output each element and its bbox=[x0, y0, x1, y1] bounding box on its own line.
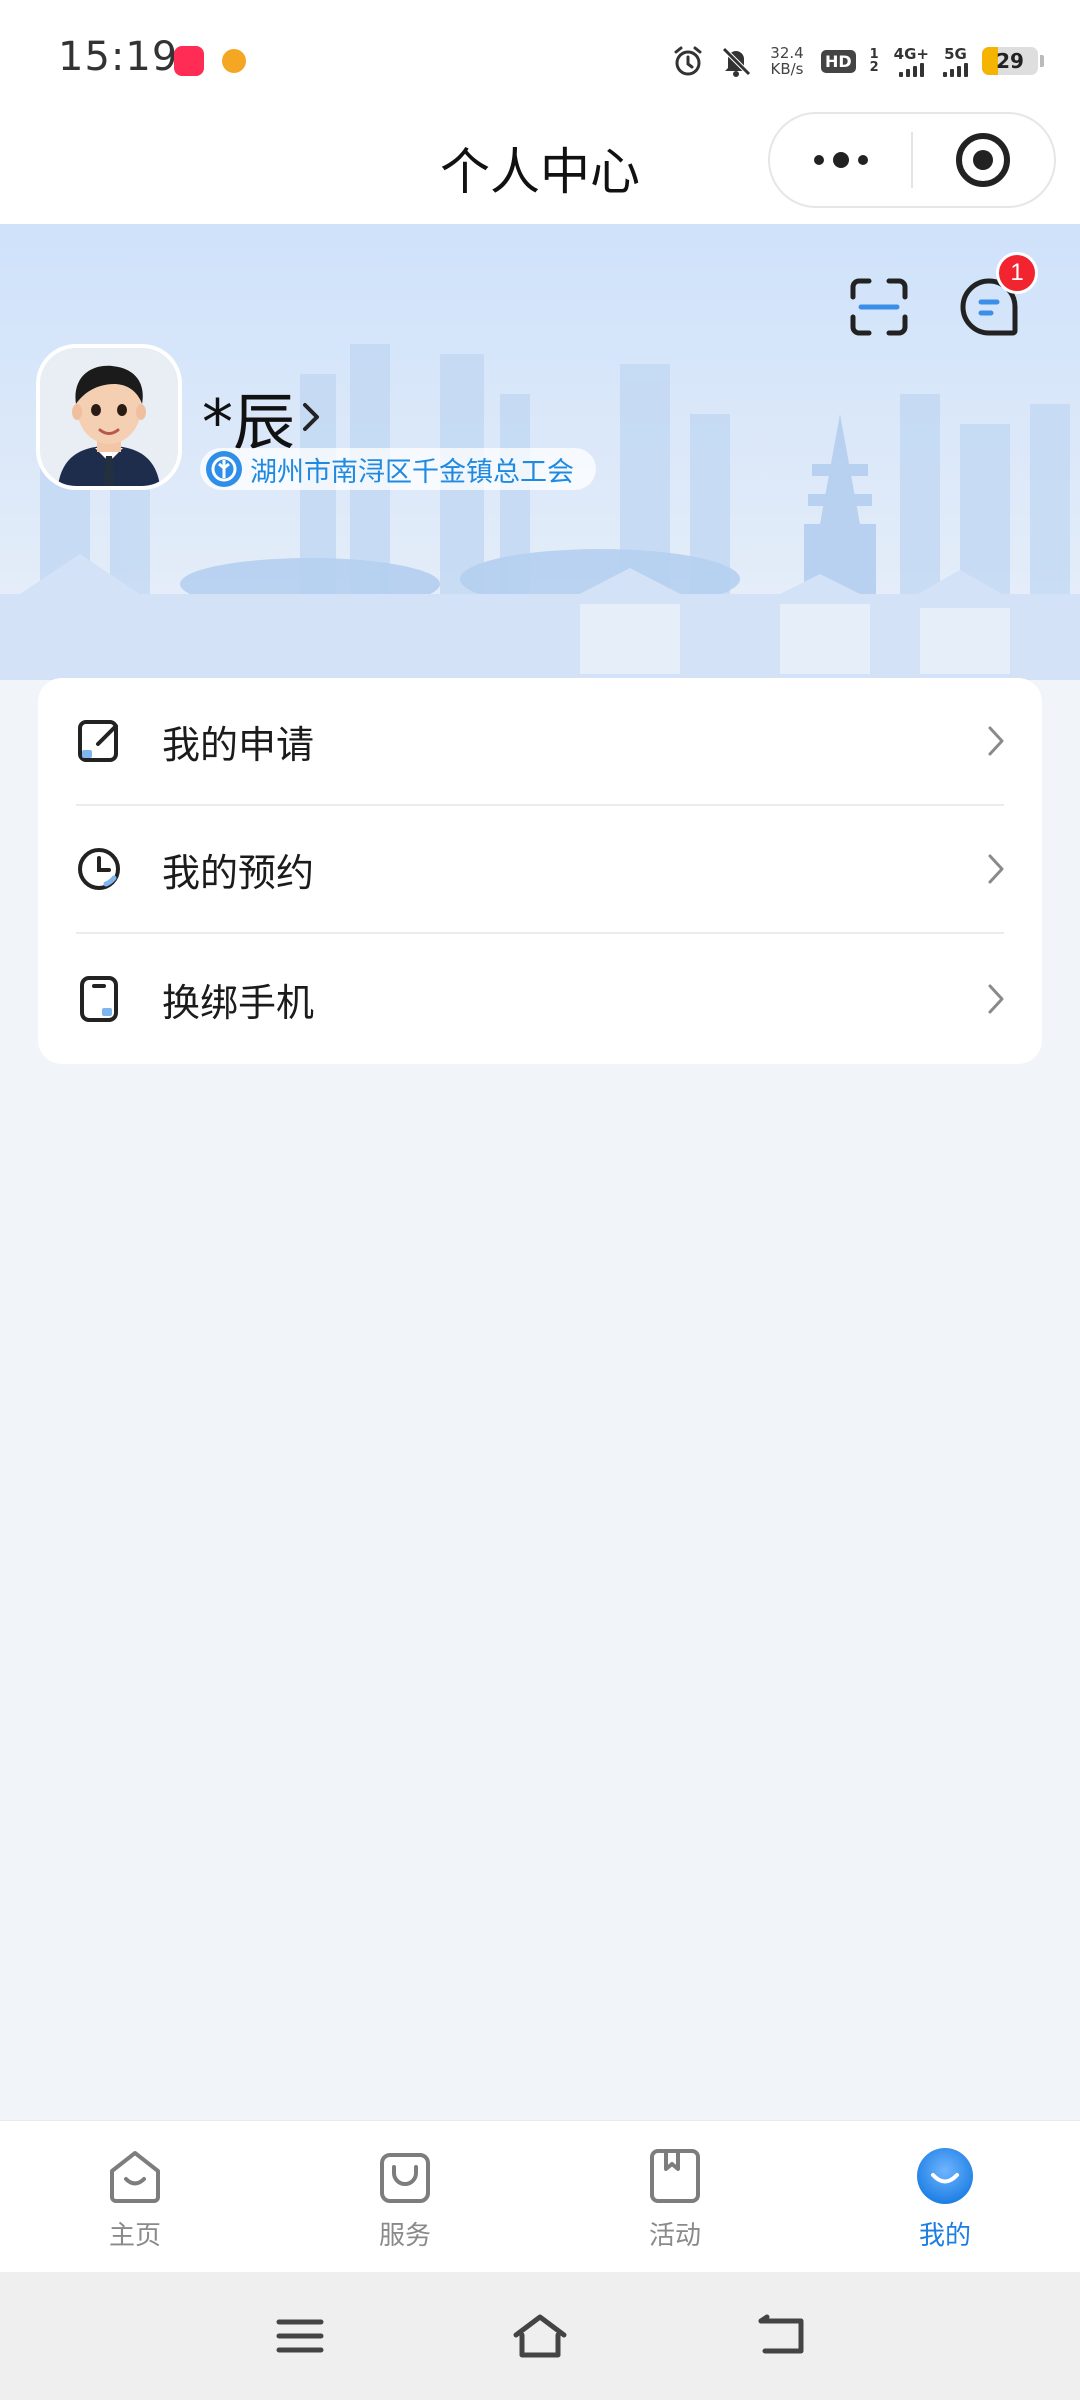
divider bbox=[76, 932, 1004, 934]
tab-label: 主页 bbox=[108, 2221, 161, 2251]
menu-item-change-phone[interactable]: 换绑手机 bbox=[38, 936, 1042, 1062]
scan-button[interactable] bbox=[840, 268, 918, 346]
menu-item-label: 换绑手机 bbox=[162, 980, 315, 1025]
scan-icon bbox=[850, 278, 908, 336]
notification-app-icon bbox=[222, 49, 246, 73]
tab-mine[interactable]: 我的 bbox=[810, 2121, 1080, 2273]
menu-item-label: 我的预约 bbox=[162, 850, 315, 895]
tab-activities[interactable]: 活动 bbox=[540, 2121, 810, 2273]
hd-indicator: HD bbox=[821, 49, 856, 73]
home-outline-icon bbox=[513, 2314, 567, 2358]
battery-icon: 29 bbox=[982, 47, 1038, 75]
network-speed-value: 32.4 bbox=[770, 44, 804, 62]
status-bar: 15:19 32.4 KB/s HD 1 2 4G+ 5G 29 bbox=[0, 0, 1080, 112]
system-navigation-bar bbox=[0, 2272, 1080, 2400]
organization-name: 湖州市南浔区千金镇总工会 bbox=[250, 456, 574, 488]
net-4g-label: 4G+ bbox=[893, 45, 929, 63]
network-speed: 32.4 KB/s bbox=[767, 45, 807, 77]
tab-services[interactable]: 服务 bbox=[270, 2121, 540, 2273]
net-5g-label: 5G bbox=[944, 45, 967, 63]
tab-label: 我的 bbox=[918, 2221, 971, 2251]
battery-tip bbox=[1040, 55, 1044, 67]
tab-label: 活动 bbox=[648, 2221, 701, 2251]
signal-icon bbox=[943, 63, 968, 77]
notification-app-icon bbox=[174, 46, 204, 76]
chevron-right-icon bbox=[988, 726, 1004, 756]
status-time: 15:19 bbox=[58, 34, 179, 80]
menu-item-my-appointments[interactable]: 我的预约 bbox=[38, 806, 1042, 932]
sim-indicator: 1 2 bbox=[869, 47, 879, 75]
profile-header: 1 *辰 湖州市南浔区千金镇总工会 bbox=[0, 224, 1080, 680]
tab-label: 服务 bbox=[378, 2221, 431, 2251]
battery-level: 29 bbox=[996, 49, 1024, 73]
bottom-tab-bar: 主页 服务 活动 我的 bbox=[0, 2120, 1080, 2272]
menu-card: 我的申请 我的预约 换绑手机 bbox=[38, 678, 1042, 1064]
alarm-icon bbox=[674, 46, 702, 76]
bookmark-icon bbox=[650, 2149, 700, 2203]
tab-home[interactable]: 主页 bbox=[0, 2121, 270, 2273]
chevron-right-icon bbox=[303, 403, 320, 431]
signal-4g: 4G+ bbox=[894, 45, 929, 77]
more-button[interactable] bbox=[770, 114, 911, 206]
avatar[interactable] bbox=[36, 344, 182, 490]
home-system-button[interactable] bbox=[508, 2304, 572, 2368]
signal-icon bbox=[898, 63, 924, 77]
edit-icon bbox=[78, 720, 118, 762]
clock-icon bbox=[78, 848, 120, 890]
message-badge: 1 bbox=[996, 252, 1038, 294]
network-speed-unit: KB/s bbox=[770, 60, 804, 78]
target-icon bbox=[956, 133, 1011, 187]
chevron-right-icon bbox=[988, 854, 1004, 884]
profile-icon bbox=[917, 2148, 973, 2204]
menu-item-my-applications[interactable]: 我的申请 bbox=[38, 678, 1042, 804]
organization-tag: 湖州市南浔区千金镇总工会 bbox=[200, 448, 596, 490]
status-indicators: 32.4 KB/s HD 1 2 4G+ 5G 29 bbox=[671, 36, 1044, 86]
union-logo-icon bbox=[206, 451, 242, 487]
back-icon bbox=[758, 2314, 804, 2354]
recent-apps-button[interactable] bbox=[268, 2304, 332, 2368]
mini-program-capsule bbox=[768, 112, 1056, 208]
chevron-right-icon bbox=[988, 984, 1004, 1014]
avatar-image bbox=[40, 348, 178, 486]
bag-icon bbox=[380, 2153, 430, 2203]
back-button[interactable] bbox=[748, 2304, 812, 2368]
menu-icon bbox=[276, 2319, 324, 2353]
signal-5g: 5G bbox=[943, 45, 968, 77]
phone-icon bbox=[80, 976, 118, 1022]
nav-bar: 个人中心 bbox=[0, 112, 1080, 224]
close-mini-program-button[interactable] bbox=[913, 114, 1054, 206]
home-icon bbox=[110, 2151, 160, 2203]
bell-muted-icon bbox=[722, 47, 751, 77]
menu-item-label: 我的申请 bbox=[162, 722, 315, 767]
more-icon bbox=[813, 152, 868, 168]
